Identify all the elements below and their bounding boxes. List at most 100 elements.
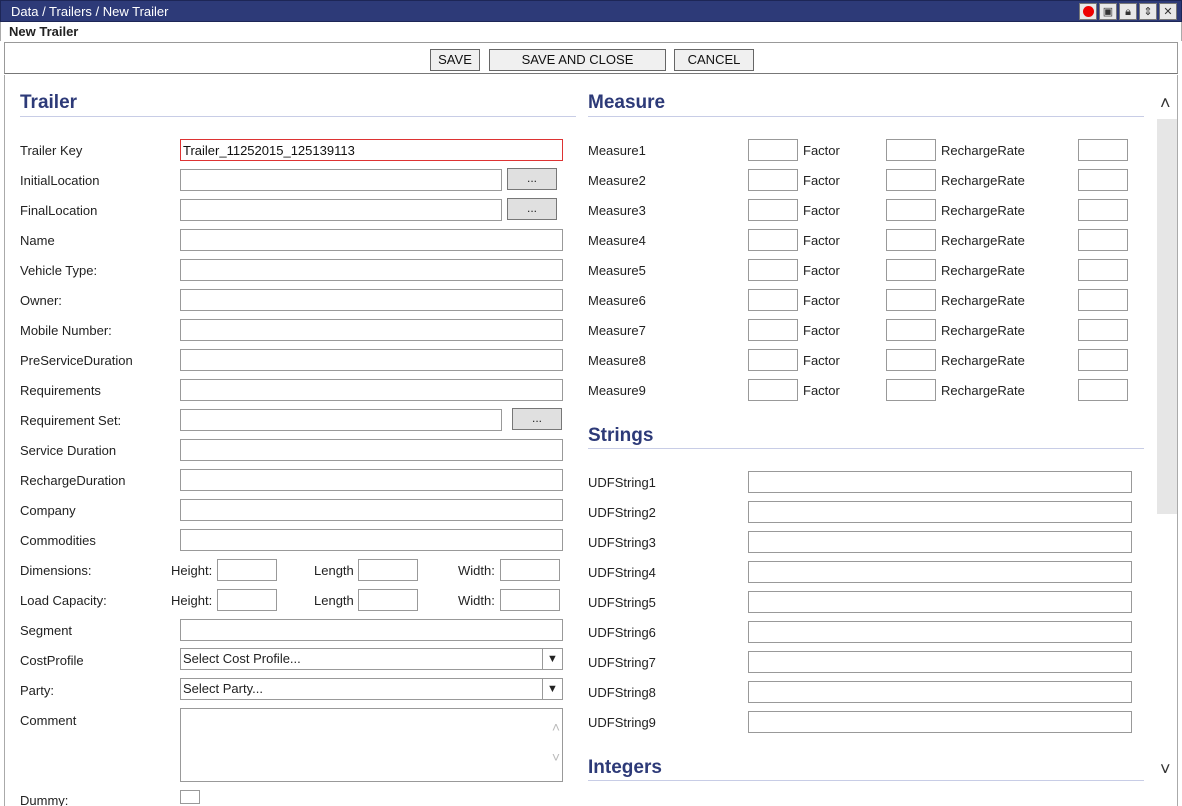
udf-string-label: UDFString5 [588, 595, 656, 610]
strings-section-divider [588, 448, 1144, 449]
factor-input[interactable] [886, 169, 936, 191]
resize-icon[interactable]: ⇕ [1139, 3, 1157, 20]
comment-label: Comment [20, 713, 77, 728]
measure-value-input[interactable] [748, 199, 798, 221]
commodities-input[interactable] [180, 529, 563, 551]
measure-value-input[interactable] [748, 349, 798, 371]
lock-icon[interactable]: 🔒︎ [1119, 3, 1137, 20]
factor-input[interactable] [886, 319, 936, 341]
measure-value-input[interactable] [748, 229, 798, 251]
udf-string-input[interactable] [748, 621, 1132, 643]
final-location-input[interactable] [180, 199, 502, 221]
dimensions-length-input[interactable] [358, 559, 418, 581]
recharge-rate-label: RechargeRate [941, 143, 1025, 158]
segment-input[interactable] [180, 619, 563, 641]
form-content: Trailer Trailer Key InitialLocation ... … [4, 75, 1178, 806]
load-capacity-width-label: Width: [458, 593, 495, 608]
save-icon[interactable]: ▣ [1099, 3, 1117, 20]
textarea-scroll-up-icon[interactable]: ˄ [552, 719, 560, 735]
factor-input[interactable] [886, 379, 936, 401]
requirement-set-input[interactable] [180, 409, 502, 431]
recharge-rate-input[interactable] [1078, 319, 1128, 341]
mobile-number-input[interactable] [180, 319, 563, 341]
requirements-label: Requirements [20, 383, 101, 398]
recharge-rate-input[interactable] [1078, 349, 1128, 371]
dimensions-width-label: Width: [458, 563, 495, 578]
load-capacity-width-input[interactable] [500, 589, 560, 611]
dimensions-width-input[interactable] [500, 559, 560, 581]
dummy-checkbox[interactable] [180, 790, 200, 804]
recharge-rate-input[interactable] [1078, 139, 1128, 161]
load-capacity-height-input[interactable] [217, 589, 277, 611]
factor-input[interactable] [886, 199, 936, 221]
action-toolbar: SAVE SAVE AND CLOSE CANCEL [4, 42, 1178, 74]
udf-string-label: UDFString2 [588, 505, 656, 520]
factor-input[interactable] [886, 139, 936, 161]
comment-textarea[interactable]: ˄ ˅ [180, 708, 563, 782]
recharge-rate-input[interactable] [1078, 229, 1128, 251]
vehicle-type-input[interactable] [180, 259, 563, 281]
udf-string-input[interactable] [748, 501, 1132, 523]
final-location-browse-button[interactable]: ... [507, 198, 557, 220]
recharge-duration-input[interactable] [180, 469, 563, 491]
party-select[interactable]: Select Party... ▼ [180, 678, 563, 700]
measure-label: Measure3 [588, 203, 646, 218]
measure-value-input[interactable] [748, 319, 798, 341]
scroll-down-icon[interactable]: ˅ [1160, 759, 1171, 780]
dropdown-arrow-icon[interactable]: ▼ [542, 679, 562, 699]
udf-string-input[interactable] [748, 591, 1132, 613]
load-capacity-length-input[interactable] [358, 589, 418, 611]
dimensions-height-input[interactable] [217, 559, 277, 581]
recharge-rate-input[interactable] [1078, 289, 1128, 311]
udf-string-input[interactable] [748, 681, 1132, 703]
factor-label: Factor [803, 353, 840, 368]
initial-location-input[interactable] [180, 169, 502, 191]
factor-label: Factor [803, 383, 840, 398]
recharge-rate-label: RechargeRate [941, 203, 1025, 218]
udf-string-input[interactable] [748, 531, 1132, 553]
requirement-set-browse-button[interactable]: ... [512, 408, 562, 430]
factor-input[interactable] [886, 289, 936, 311]
company-input[interactable] [180, 499, 563, 521]
recharge-rate-input[interactable] [1078, 199, 1128, 221]
mobile-number-label: Mobile Number: [20, 323, 112, 338]
initial-location-browse-button[interactable]: ... [507, 168, 557, 190]
recharge-rate-label: RechargeRate [941, 233, 1025, 248]
name-input[interactable] [180, 229, 563, 251]
factor-input[interactable] [886, 229, 936, 251]
pre-service-duration-input[interactable] [180, 349, 563, 371]
scroll-up-icon[interactable]: ˄ [1160, 93, 1171, 114]
requirements-input[interactable] [180, 379, 563, 401]
cost-profile-select[interactable]: Select Cost Profile... ▼ [180, 648, 563, 670]
recharge-rate-input[interactable] [1078, 169, 1128, 191]
service-duration-input[interactable] [180, 439, 563, 461]
measure-value-input[interactable] [748, 379, 798, 401]
save-button[interactable]: SAVE [430, 49, 480, 71]
measure-value-input[interactable] [748, 139, 798, 161]
save-and-close-button[interactable]: SAVE AND CLOSE [489, 49, 666, 71]
dimensions-label: Dimensions: [20, 563, 92, 578]
close-icon[interactable]: ✕ [1159, 3, 1177, 20]
scrollbar-thumb[interactable] [1157, 119, 1177, 514]
trailer-key-input[interactable] [180, 139, 563, 161]
textarea-scroll-down-icon[interactable]: ˅ [552, 749, 560, 765]
trailer-section-divider [20, 116, 576, 117]
recharge-rate-input[interactable] [1078, 379, 1128, 401]
udf-string-label: UDFString1 [588, 475, 656, 490]
measure-value-input[interactable] [748, 169, 798, 191]
udf-string-input[interactable] [748, 711, 1132, 733]
record-icon[interactable] [1079, 3, 1097, 20]
udf-string-input[interactable] [748, 471, 1132, 493]
udf-string-input[interactable] [748, 651, 1132, 673]
factor-input[interactable] [886, 259, 936, 281]
udf-string-label: UDFString4 [588, 565, 656, 580]
dropdown-arrow-icon[interactable]: ▼ [542, 649, 562, 669]
factor-input[interactable] [886, 349, 936, 371]
cancel-button[interactable]: CANCEL [674, 49, 754, 71]
measure-value-input[interactable] [748, 259, 798, 281]
measure-value-input[interactable] [748, 289, 798, 311]
owner-input[interactable] [180, 289, 563, 311]
udf-string-input[interactable] [748, 561, 1132, 583]
recharge-rate-input[interactable] [1078, 259, 1128, 281]
factor-label: Factor [803, 233, 840, 248]
